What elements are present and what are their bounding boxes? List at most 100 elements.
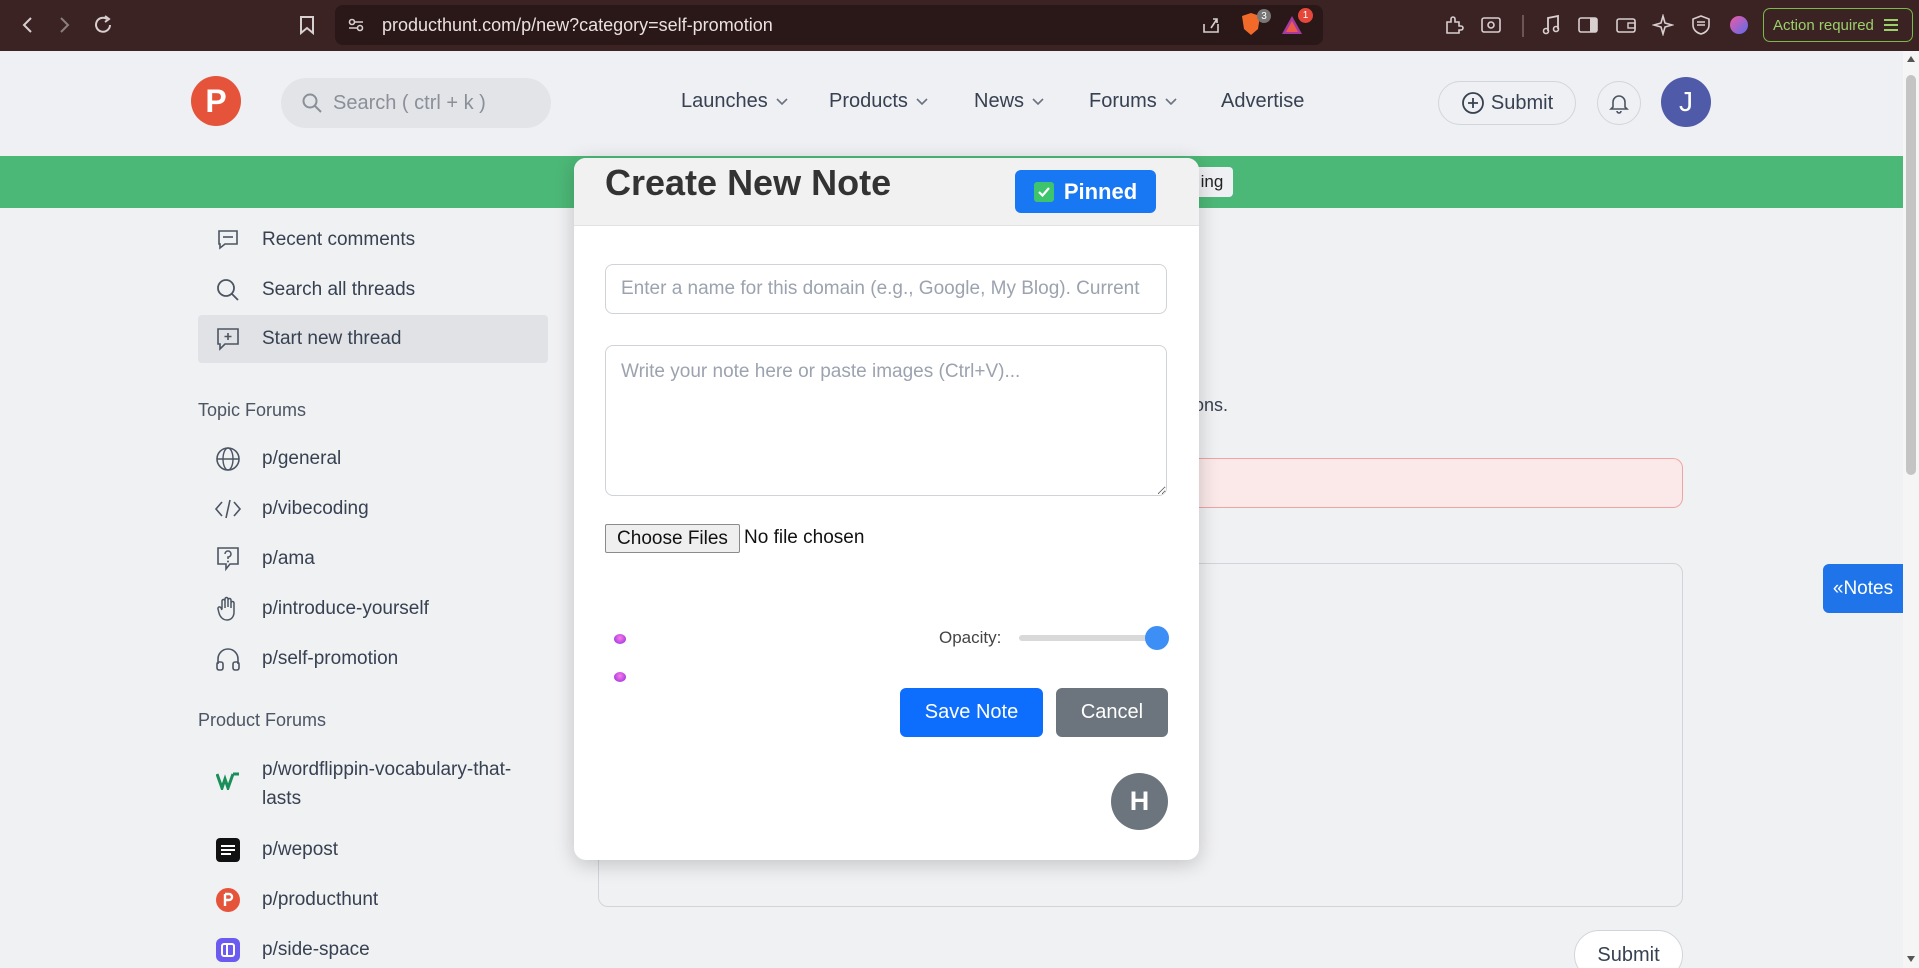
topic-forums-heading: Topic Forums (198, 400, 307, 420)
opacity-label: Opacity: (939, 628, 1002, 647)
sidebar-item-label: p/vibecoding (262, 498, 369, 519)
comment-icon (214, 226, 242, 254)
action-required-button[interactable]: Action required (1763, 8, 1913, 42)
purple-gem-icon (614, 672, 626, 682)
note-textarea[interactable] (605, 345, 1167, 496)
sidebar-item-ama[interactable]: p/ama (198, 535, 548, 583)
cancel-button[interactable]: Cancel (1056, 688, 1168, 737)
browser-toolbar: producthunt.com/p/new?category=self-prom… (0, 0, 1919, 51)
sidebar-item-label: p/side-space (262, 939, 370, 960)
sidebar-item-start-thread[interactable]: Start new thread (198, 315, 548, 363)
file-status-text: No file chosen (744, 527, 865, 548)
leo-ai-icon[interactable] (1648, 10, 1678, 40)
nav-label: Forums (1089, 90, 1157, 112)
scrollbar-thumb[interactable] (1906, 75, 1916, 475)
alert-count-badge: 1 (1298, 8, 1313, 23)
nav-launches[interactable]: Launches (681, 90, 788, 113)
producthunt-logo[interactable]: P (191, 76, 241, 126)
nav-label: News (974, 90, 1025, 112)
headphones-icon (214, 645, 242, 673)
pinned-label: Pinned (1063, 178, 1138, 204)
submit-button[interactable]: Submit (1438, 81, 1576, 125)
error-input-field[interactable] (1190, 458, 1683, 508)
opacity-slider-thumb[interactable] (1145, 626, 1169, 650)
purple-gem-icon (614, 634, 626, 644)
vpn-shield-icon[interactable] (1686, 10, 1716, 40)
search-icon (214, 276, 242, 304)
sidebar-item-recent-comments[interactable]: Recent comments (198, 216, 548, 264)
chevron-down-icon (1032, 97, 1044, 105)
sidebar-item-label: p/producthunt (262, 889, 379, 910)
nav-advertise[interactable]: Advertise (1221, 90, 1304, 113)
sidebar-item-producthunt[interactable]: p/producthunt (198, 876, 548, 924)
action-required-label: Action required (1773, 16, 1874, 34)
thread-submit-button[interactable]: Submit (1574, 930, 1683, 968)
h-circle-button[interactable]: H (1111, 773, 1168, 830)
notifications-button[interactable] (1597, 81, 1641, 125)
question-chat-icon (214, 545, 242, 573)
hand-wave-icon (214, 595, 242, 623)
sidebar-item-wepost[interactable]: p/wepost (198, 826, 548, 874)
toolbar-divider (1522, 15, 1524, 37)
sidebar-item-label: Start new thread (262, 328, 402, 349)
sidebar-item-side-space[interactable]: p/side-space (198, 926, 548, 968)
nav-news[interactable]: News (974, 90, 1044, 113)
music-icon[interactable] (1536, 10, 1566, 40)
sidebar-item-label: p/general (262, 448, 342, 469)
wepost-logo-icon (214, 836, 242, 864)
scroll-up-icon[interactable] (1906, 55, 1916, 63)
nav-forums[interactable]: Forums (1089, 90, 1177, 113)
sidebar-item-wordflippin[interactable]: p/wordflippin-vocabulary-that-lasts (198, 755, 548, 821)
submit-label: Submit (1490, 91, 1554, 114)
back-icon[interactable] (13, 10, 43, 40)
sidebar-item-self-promotion[interactable]: p/self-promotion (198, 635, 548, 683)
sidebar-item-search-threads[interactable]: Search all threads (198, 266, 548, 314)
share-icon[interactable] (1201, 15, 1221, 35)
side-space-logo-icon (214, 936, 242, 964)
sidebar-icon[interactable] (1573, 10, 1603, 40)
choose-files-button[interactable]: Choose Files (605, 524, 740, 553)
scroll-down-icon[interactable] (1906, 955, 1916, 963)
sidebar-item-label: p/self-promotion (262, 648, 399, 669)
sidebar-item-general[interactable]: p/general (198, 435, 548, 483)
code-icon (214, 495, 242, 523)
reader-icon[interactable] (1476, 10, 1506, 40)
nav-products[interactable]: Products (829, 90, 928, 113)
sidebar-item-label: p/introduce-yourself (262, 598, 429, 619)
opacity-slider[interactable] (1019, 635, 1159, 641)
sidebar-item-introduce-yourself[interactable]: p/introduce-yourself (198, 585, 548, 633)
shield-count-badge: 3 (1257, 9, 1271, 23)
chevron-down-icon (916, 97, 928, 105)
checkbox-checked-icon (1033, 181, 1054, 202)
sidebar-item-label: Search all threads (262, 279, 416, 300)
save-note-button[interactable]: Save Note (900, 688, 1043, 737)
search-input[interactable]: Search ( ctrl + k ) (281, 78, 551, 128)
forward-icon[interactable] (49, 10, 79, 40)
chevron-down-icon (1165, 97, 1177, 105)
sidebar-item-vibecoding[interactable]: p/vibecoding (198, 485, 548, 533)
pinned-toggle-button[interactable]: Pinned (1015, 170, 1156, 213)
reload-icon[interactable] (88, 10, 118, 40)
plus-circle-icon (1461, 92, 1484, 114)
sidebar-item-label: p/wordflippin-vocabulary-that-lasts (262, 759, 512, 809)
modal-title: Create New Note (605, 162, 892, 203)
nav-label: Products (829, 90, 908, 112)
wallet-icon[interactable] (1611, 10, 1641, 40)
url-text: producthunt.com/p/new?category=self-prom… (382, 15, 773, 35)
create-note-modal: Create New Note Pinned Choose Files No f… (574, 158, 1199, 860)
avatar[interactable]: J (1661, 77, 1711, 127)
bookmark-icon[interactable] (292, 10, 322, 40)
add-comment-icon (214, 325, 242, 353)
notes-toggle-tab[interactable]: «Notes (1823, 564, 1903, 613)
sidebar-item-label: Recent comments (262, 229, 416, 250)
search-placeholder: Search ( ctrl + k ) (333, 91, 486, 114)
extensions-icon[interactable] (1439, 10, 1469, 40)
site-settings-icon[interactable] (347, 16, 365, 34)
product-forums-heading: Product Forums (198, 710, 327, 730)
profile-icon[interactable] (1724, 10, 1754, 40)
modal-header: Create New Note Pinned (574, 158, 1199, 226)
domain-name-input[interactable] (605, 264, 1167, 314)
address-bar[interactable]: producthunt.com/p/new?category=self-prom… (335, 5, 1323, 45)
nav-label: Launches (681, 90, 768, 112)
sidebar-item-label: p/ama (262, 548, 315, 569)
